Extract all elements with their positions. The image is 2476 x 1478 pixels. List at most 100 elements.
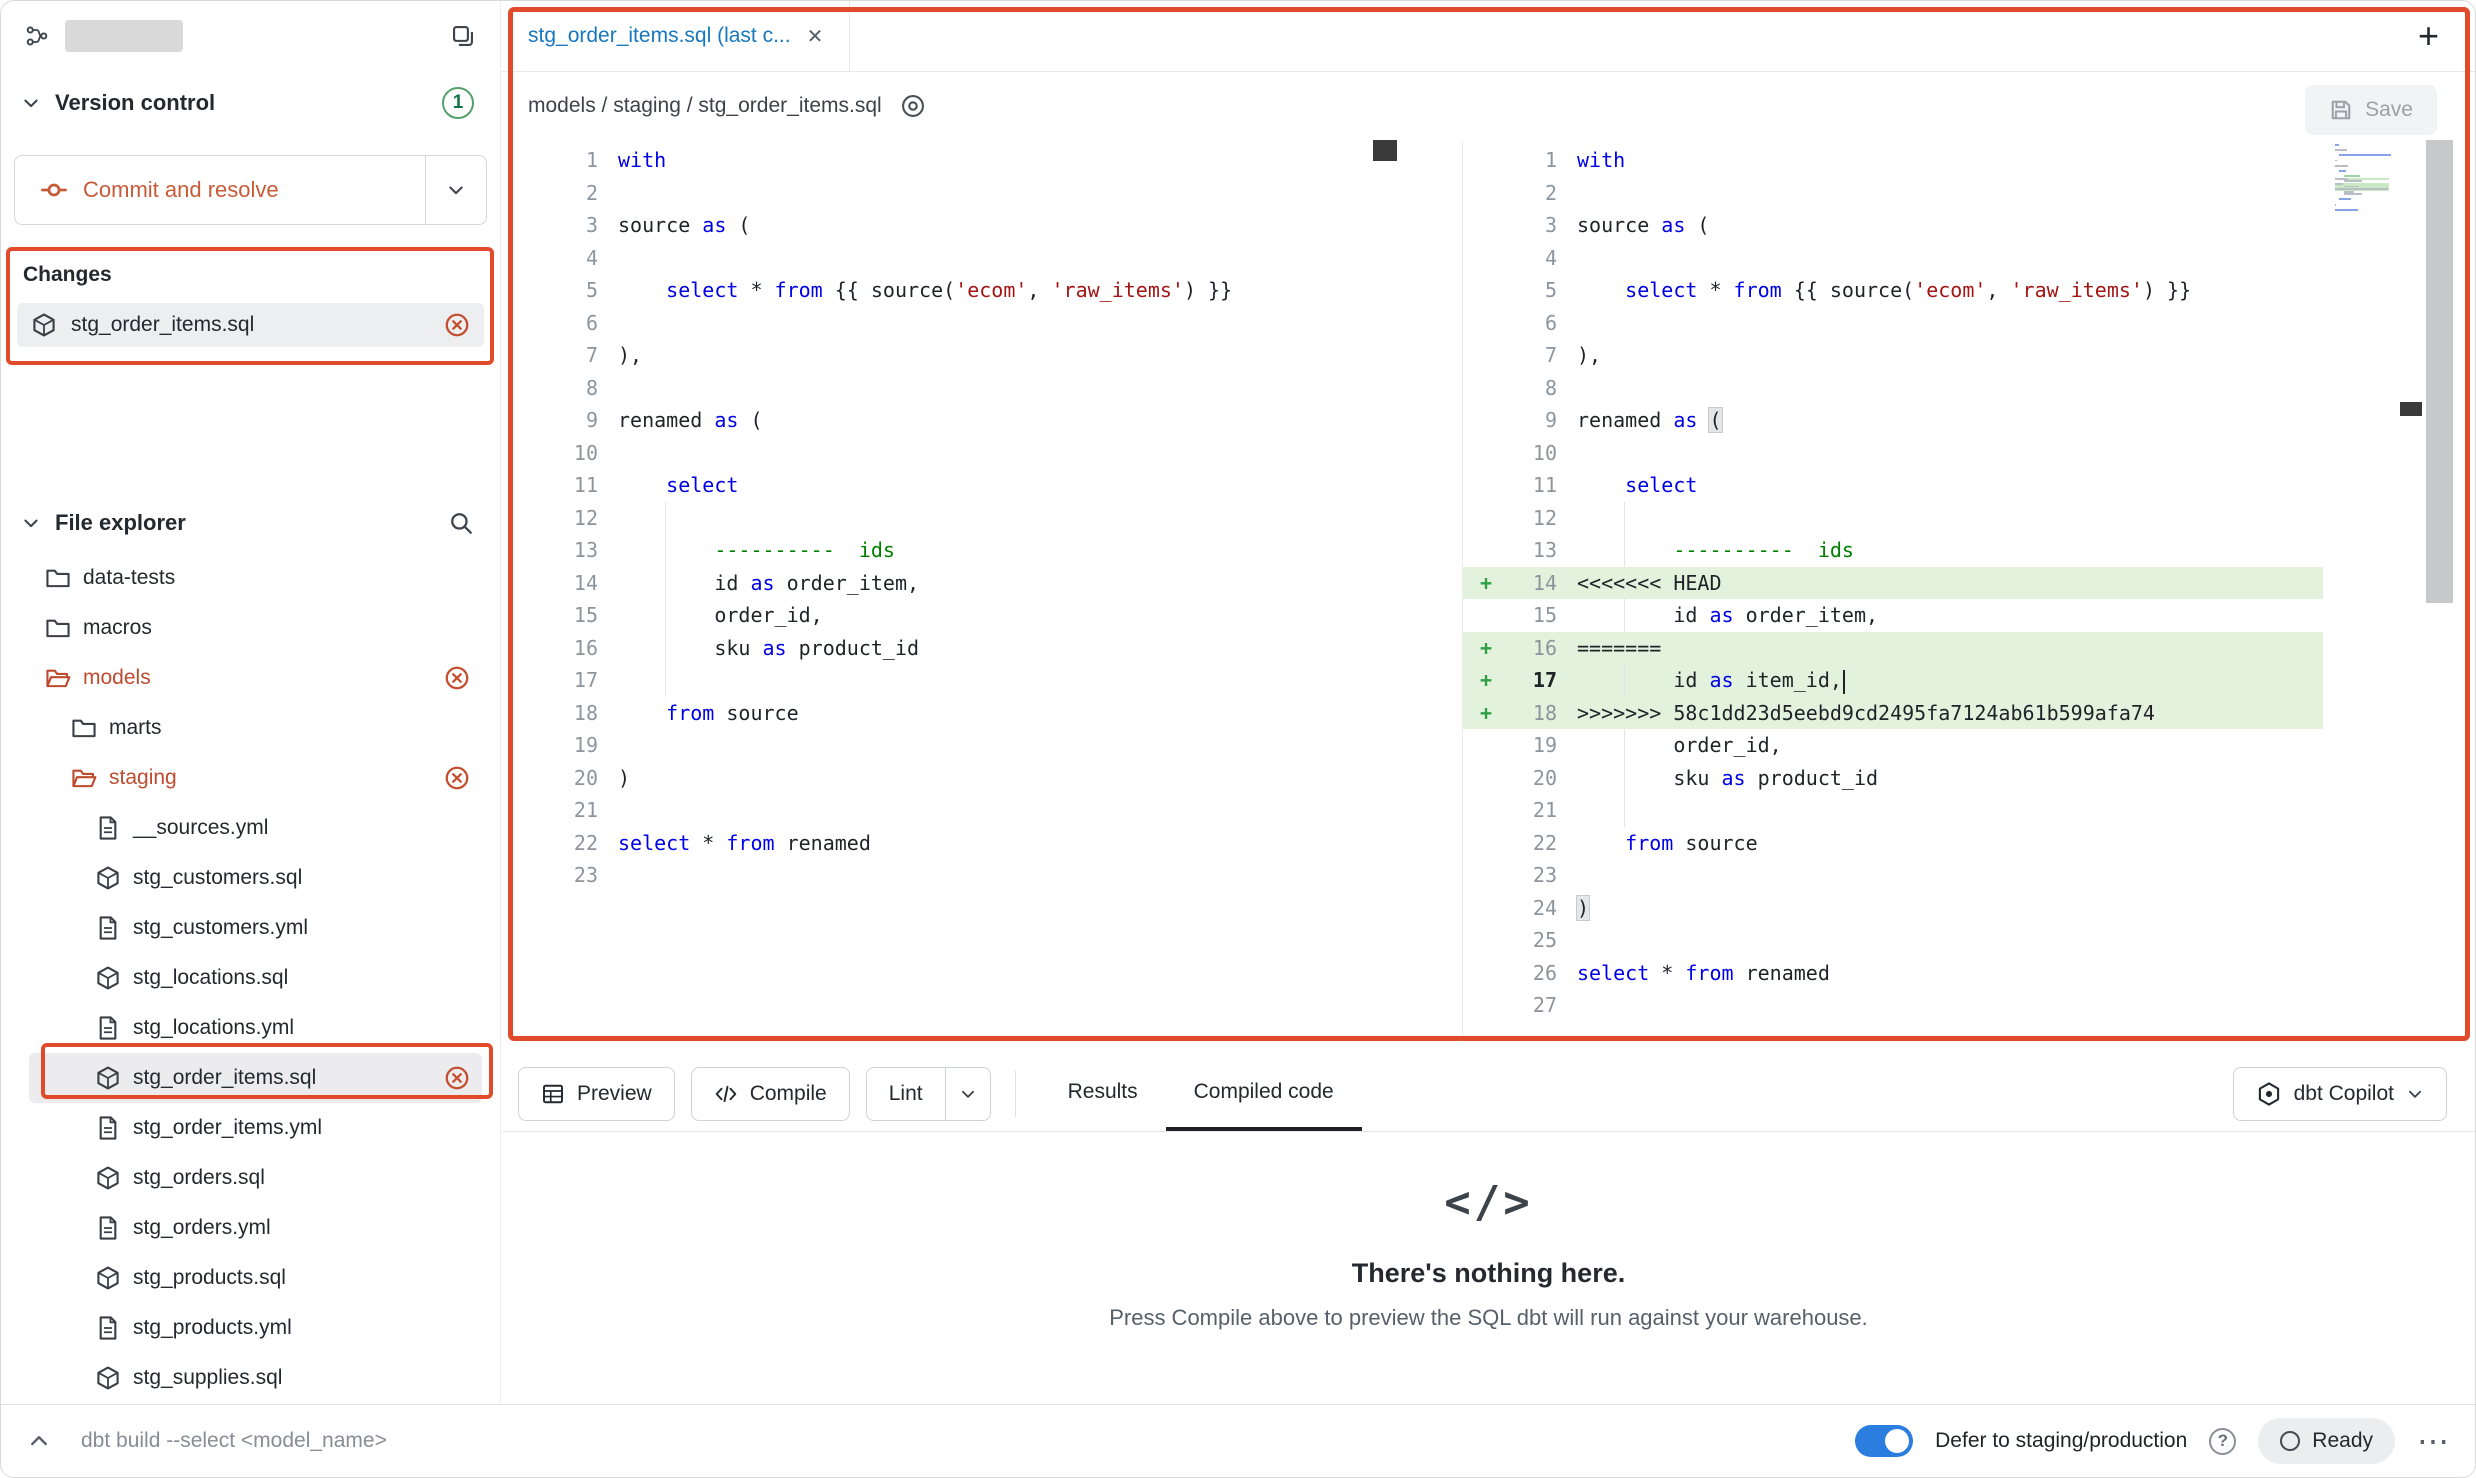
code-line[interactable]: 17 — [506, 664, 1398, 697]
tree-item-stg_customers.sql[interactable]: stg_customers.sql — [29, 853, 482, 903]
code-line[interactable]: 10 — [1463, 437, 2323, 470]
file-explorer-header[interactable]: File explorer — [1, 493, 500, 553]
commit-and-resolve-button[interactable]: Commit and resolve — [14, 155, 426, 225]
lint-button[interactable]: Lint — [866, 1067, 946, 1121]
dbt-copilot-button[interactable]: dbt Copilot — [2233, 1067, 2447, 1121]
copy-icon[interactable] — [450, 23, 476, 49]
discard-change-icon[interactable] — [444, 765, 470, 791]
tree-item-stg_products.yml[interactable]: stg_products.yml — [29, 1303, 482, 1353]
tree-item-stg_order_items.yml[interactable]: stg_order_items.yml — [29, 1103, 482, 1153]
code-line[interactable]: 19 order_id, — [1463, 729, 2323, 762]
more-options-button[interactable]: ⋯ — [2417, 1425, 2449, 1457]
code-line[interactable]: 7), — [506, 339, 1398, 372]
code-line[interactable]: 6 — [506, 307, 1398, 340]
tree-item-stg_products.sql[interactable]: stg_products.sql — [29, 1253, 482, 1303]
command-input[interactable]: dbt build --select <model_name> — [81, 1429, 387, 1453]
tree-item-stg_customers.yml[interactable]: stg_customers.yml — [29, 903, 482, 953]
tree-item-models[interactable]: models — [29, 653, 482, 703]
code-line[interactable]: 21 — [506, 794, 1398, 827]
tree-item-marts[interactable]: marts — [29, 703, 482, 753]
help-icon[interactable]: ? — [2209, 1428, 2236, 1455]
code-line[interactable]: 20) — [506, 762, 1398, 795]
compile-button[interactable]: Compile — [691, 1067, 850, 1121]
code-line[interactable]: 6 — [1463, 307, 2323, 340]
code-line[interactable]: 2 — [506, 177, 1398, 210]
discard-change-icon[interactable] — [444, 665, 470, 691]
tab-results[interactable]: Results — [1040, 1056, 1166, 1131]
version-control-header[interactable]: Version control 1 — [1, 71, 500, 135]
code-line[interactable]: 14 id as order_item, — [506, 567, 1398, 600]
commit-options-button[interactable] — [425, 155, 487, 225]
code-line[interactable]: 7), — [1463, 339, 2323, 372]
tree-item-stg_orders.yml[interactable]: stg_orders.yml — [29, 1203, 482, 1253]
code-line[interactable]: 22select * from renamed — [506, 827, 1398, 860]
tree-item-macros[interactable]: macros — [29, 603, 482, 653]
code-line[interactable]: 11 select — [1463, 469, 2323, 502]
tree-item-stg_locations.sql[interactable]: stg_locations.sql — [29, 953, 482, 1003]
code-line[interactable]: 3source as ( — [506, 209, 1398, 242]
code-line[interactable]: 22 from source — [1463, 827, 2323, 860]
code-line[interactable]: +16======= — [1463, 632, 2323, 665]
code-line[interactable]: +14<<<<<<< HEAD — [1463, 567, 2323, 600]
search-icon[interactable] — [448, 510, 474, 536]
code-line[interactable]: 12 — [506, 502, 1398, 535]
code-line[interactable]: 3source as ( — [1463, 209, 2323, 242]
minimap[interactable] — [2335, 144, 2389, 214]
code-line[interactable]: 9renamed as ( — [506, 404, 1398, 437]
tree-item-stg_locations.yml[interactable]: stg_locations.yml — [29, 1003, 482, 1053]
code-line[interactable]: 23 — [506, 859, 1398, 892]
code-line[interactable]: 5 select * from {{ source('ecom', 'raw_i… — [506, 274, 1398, 307]
code-line[interactable]: 10 — [506, 437, 1398, 470]
editor-scrollbar[interactable] — [2426, 140, 2453, 603]
changed-file-stg_order_items.sql[interactable]: stg_order_items.sql — [17, 303, 484, 347]
close-tab-icon[interactable]: ✕ — [807, 24, 824, 49]
code-line[interactable]: 25 — [1463, 924, 2323, 957]
code-line[interactable]: 8 — [506, 372, 1398, 405]
code-line[interactable]: +17 id as item_id, — [1463, 664, 2323, 697]
tree-item-__sources.yml[interactable]: __sources.yml — [29, 803, 482, 853]
chevron-up-icon[interactable] — [27, 1429, 51, 1453]
tree-item-staging[interactable]: staging — [29, 753, 482, 803]
discard-change-icon[interactable] — [444, 312, 470, 338]
code-line[interactable]: 1with — [1463, 144, 2323, 177]
code-line[interactable]: 13 ---------- ids — [1463, 534, 2323, 567]
tab-stg-order-items[interactable]: stg_order_items.sql (last c... ✕ — [502, 1, 850, 71]
code-line[interactable]: 18 from source — [506, 697, 1398, 730]
diff-editor[interactable]: 1with23source as (45 select * from {{ so… — [502, 140, 2475, 1043]
code-line[interactable]: 11 select — [506, 469, 1398, 502]
tab-compiled-code[interactable]: Compiled code — [1166, 1056, 1362, 1131]
code-line[interactable]: 2 — [1463, 177, 2323, 210]
code-line[interactable]: 21 — [1463, 794, 2323, 827]
code-line[interactable]: +18>>>>>>> 58c1dd23d5eebd9cd2495fa7124ab… — [1463, 697, 2323, 730]
code-line[interactable]: 16 sku as product_id — [506, 632, 1398, 665]
code-line[interactable]: 13 ---------- ids — [506, 534, 1398, 567]
workflow-icon[interactable] — [25, 24, 49, 48]
tree-item-data-tests[interactable]: data-tests — [29, 553, 482, 603]
discard-change-icon[interactable] — [444, 1065, 470, 1091]
code-line[interactable]: 27 — [1463, 989, 2323, 1022]
code-line[interactable]: 24) — [1463, 892, 2323, 925]
editor-pane-modified[interactable]: 1with23source as (45 select * from {{ so… — [1462, 140, 2323, 1043]
code-line[interactable]: 15 id as order_item, — [1463, 599, 2323, 632]
lint-options-button[interactable] — [945, 1067, 991, 1121]
code-line[interactable]: 8 — [1463, 372, 2323, 405]
code-line[interactable]: 5 select * from {{ source('ecom', 'raw_i… — [1463, 274, 2323, 307]
code-line[interactable]: 20 sku as product_id — [1463, 762, 2323, 795]
code-line[interactable]: 12 — [1463, 502, 2323, 535]
tree-item-stg_supplies.sql[interactable]: stg_supplies.sql — [29, 1353, 482, 1403]
editor-pane-original[interactable]: 1with23source as (45 select * from {{ so… — [506, 140, 1398, 1043]
new-tab-button[interactable]: + — [2418, 18, 2439, 54]
code-line[interactable]: 26select * from renamed — [1463, 957, 2323, 990]
code-line[interactable]: 4 — [1463, 242, 2323, 275]
code-line[interactable]: 4 — [506, 242, 1398, 275]
code-line[interactable]: 9renamed as ( — [1463, 404, 2323, 437]
code-line[interactable]: 1with — [506, 144, 1398, 177]
tree-item-stg_orders.sql[interactable]: stg_orders.sql — [29, 1153, 482, 1203]
preview-button[interactable]: Preview — [518, 1067, 675, 1121]
code-line[interactable]: 23 — [1463, 859, 2323, 892]
target-icon[interactable] — [900, 93, 926, 119]
save-button[interactable]: Save — [2305, 85, 2437, 135]
code-line[interactable]: 19 — [506, 729, 1398, 762]
tree-item-stg_order_items.sql[interactable]: stg_order_items.sql — [29, 1053, 482, 1103]
defer-toggle[interactable] — [1855, 1425, 1913, 1457]
